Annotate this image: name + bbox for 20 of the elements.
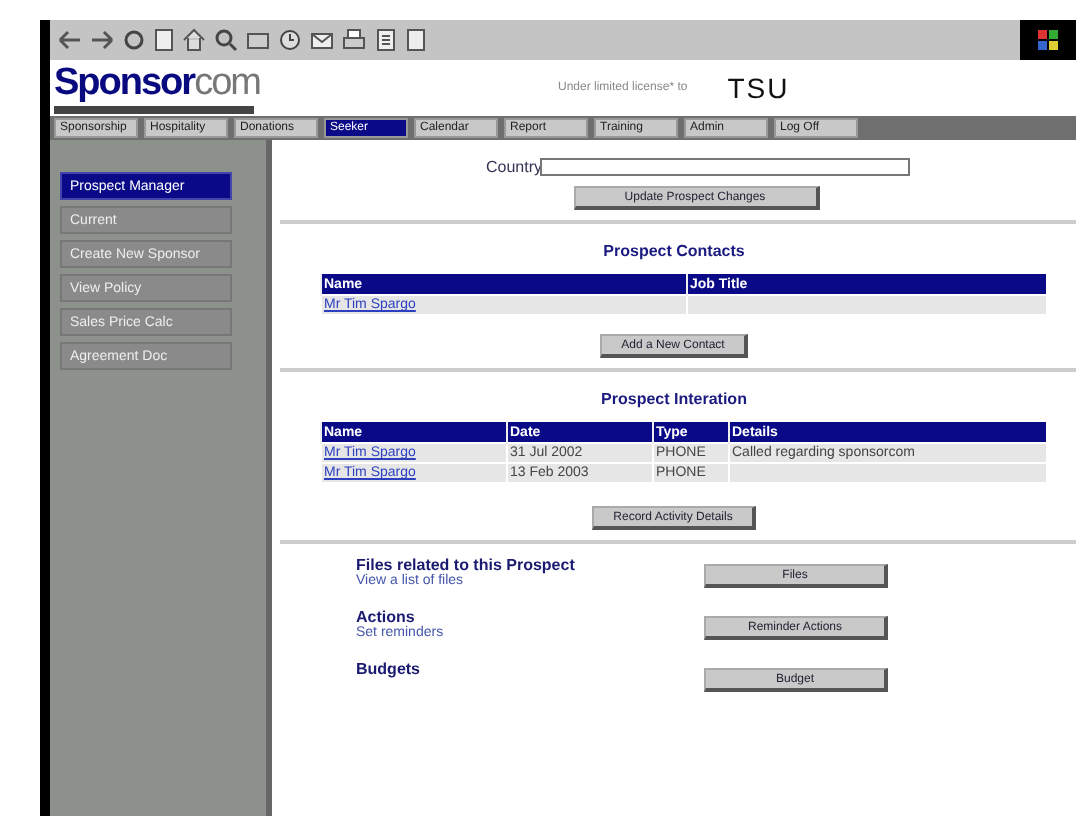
edit-icon[interactable] — [374, 28, 398, 52]
page-icon[interactable] — [406, 28, 426, 52]
back-arrow-icon[interactable] — [58, 30, 82, 50]
country-field[interactable] — [540, 158, 910, 176]
page-icon[interactable] — [154, 28, 174, 52]
section-heading: Actions — [356, 608, 415, 626]
section-heading: Files related to this Prospect — [356, 556, 577, 574]
section-title: Prospect Interation — [601, 390, 747, 408]
search-icon[interactable] — [214, 28, 238, 52]
logo: Sponsorcom — [54, 62, 260, 106]
print-icon[interactable] — [342, 28, 366, 52]
license-holder: TSU — [727, 72, 790, 104]
section-heading: Budgets — [356, 660, 422, 678]
windows-logo-icon — [1036, 28, 1060, 52]
mail-icon[interactable] — [310, 28, 334, 52]
home-icon[interactable] — [182, 28, 206, 52]
section-title: Prospect Contacts — [603, 242, 745, 260]
field-label: Country — [486, 158, 540, 176]
history-icon[interactable] — [278, 28, 302, 52]
forward-arrow-icon[interactable] — [90, 30, 114, 50]
